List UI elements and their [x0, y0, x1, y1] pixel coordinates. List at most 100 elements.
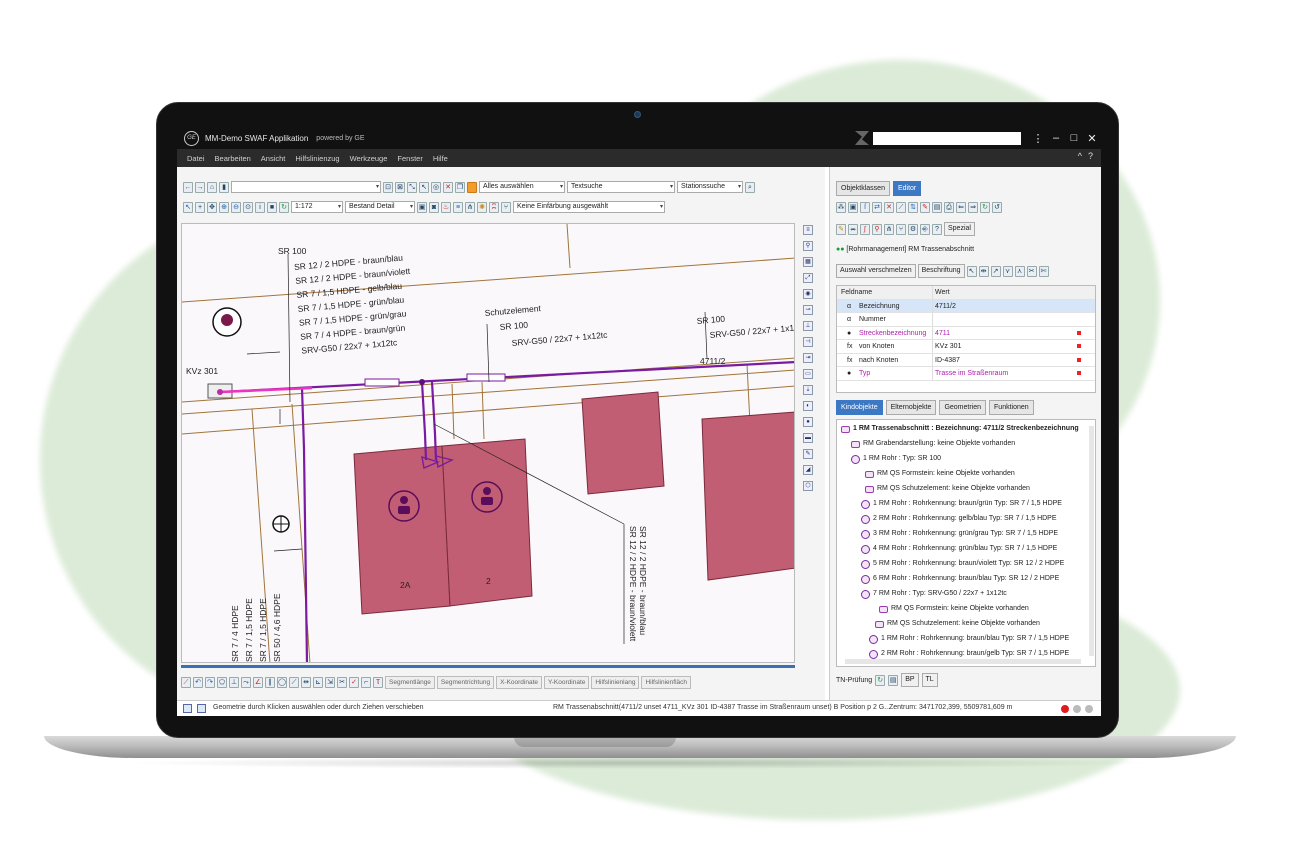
path-tool-icon[interactable]: ⥈	[848, 223, 858, 235]
layer-tool-icon[interactable]: ▤	[932, 202, 942, 213]
bp-button[interactable]: BP	[901, 673, 919, 687]
menu-datei[interactable]: Datei	[187, 154, 205, 163]
scissors-icon[interactable]: ✂	[1026, 265, 1037, 277]
polygon-icon[interactable]: ⬠	[217, 676, 227, 688]
map-tool-icon[interactable]: ▦	[803, 257, 813, 267]
segment-direction-field[interactable]: Segmentrichtung	[436, 675, 495, 689]
camera-icon[interactable]: ◙	[429, 201, 439, 213]
target-icon[interactable]: ◎	[431, 181, 441, 193]
zoom-out-icon[interactable]: ⊖	[231, 201, 241, 213]
branch-tool-icon[interactable]: ⋔	[884, 223, 894, 235]
lock-tool-icon[interactable]: ▣	[848, 202, 858, 213]
cut-tool-icon[interactable]: ✄	[1038, 265, 1049, 277]
tree-item[interactable]: 2 RM Rohr : Rohrkennung: gelb/blau Typ: …	[861, 514, 1057, 524]
offset-icon[interactable]: ⇲	[325, 676, 335, 688]
diagonal-tool-icon[interactable]: ↗	[990, 265, 1001, 277]
node-tool-icon[interactable]: ⁂	[836, 202, 846, 213]
tree-item[interactable]: RM Grabendarstellung: keine Objekte vorh…	[851, 439, 1015, 449]
layers-icon[interactable]: ≡	[453, 201, 463, 213]
map-tool-icon[interactable]: ✎	[803, 449, 813, 459]
move-tool-icon[interactable]: ⇹	[978, 265, 989, 277]
tl-button[interactable]: TL	[921, 673, 938, 687]
crosshair-icon[interactable]: +	[195, 201, 205, 213]
draw-line-icon[interactable]: ⟋	[181, 676, 191, 688]
nav-forward-icon[interactable]: ⇒	[968, 202, 978, 213]
network-icon[interactable]: ⋔	[465, 201, 475, 213]
x-coordinate-field[interactable]: X-Koordinate	[496, 675, 543, 689]
merge-selection-button[interactable]: Auswahl verschmelzen	[836, 264, 916, 278]
pointer-icon[interactable]: ↖	[183, 201, 193, 213]
tree-item[interactable]: RM QS Formstein: keine Objekte vorhanden	[865, 469, 1015, 479]
undo-icon[interactable]: ↶	[193, 676, 203, 688]
detail-dropdown[interactable]: Bestand Detail ▾	[345, 201, 415, 213]
trim-icon[interactable]: ✂	[337, 676, 347, 688]
redo-icon[interactable]: ↷	[205, 676, 215, 688]
map-scrollbar[interactable]	[181, 665, 795, 668]
tree-item[interactable]: 6 RM Rohr : Rohrkennung: braun/blau Typ:…	[861, 574, 1059, 584]
tab-objektklassen[interactable]: Objektklassen	[836, 181, 890, 196]
tree-item[interactable]: 2 RM Rohr : Rohrkennung: braun/gelb Typ:…	[869, 649, 1069, 659]
fork-tool-icon[interactable]: ⑂	[896, 223, 906, 235]
labeling-button[interactable]: Beschriftung	[917, 264, 965, 278]
lock-icon[interactable]: ▣	[417, 201, 427, 213]
curve-tool-icon[interactable]: ∫	[860, 223, 870, 235]
diagonal-icon[interactable]: ⟋	[289, 676, 299, 688]
map-tool-icon[interactable]: ▭	[803, 369, 813, 379]
grid-row[interactable]: ● Typ Trasse im Straßenraum	[837, 367, 1095, 381]
arrow-tool-icon[interactable]: ↖	[966, 265, 977, 277]
bookmark-icon[interactable]: ▮	[219, 181, 229, 193]
pen-tool-icon[interactable]: ✎	[836, 223, 846, 235]
gear-icon[interactable]: ⚙	[908, 223, 918, 235]
more-button[interactable]: ⋮	[1029, 132, 1047, 145]
merge-tool-icon[interactable]: ⇅	[908, 202, 918, 213]
tab-funktionen[interactable]: Funktionen	[989, 400, 1034, 415]
search-icon[interactable]: ⌕	[745, 181, 755, 193]
helpline-length-field[interactable]: Hilfslinienlang	[591, 675, 640, 689]
split-tool-icon[interactable]: ⟋	[896, 202, 906, 213]
map-tool-icon[interactable]: ⇣	[803, 385, 813, 395]
delete-tool-icon[interactable]: ✕	[884, 202, 894, 213]
home-icon[interactable]: ⌂	[207, 181, 217, 193]
relink-tool-icon[interactable]: ⇄	[872, 202, 882, 213]
global-search-input[interactable]	[873, 131, 1021, 145]
extend-icon[interactable]: ⤳	[241, 676, 251, 688]
circle-icon[interactable]: ◯	[277, 676, 287, 688]
menu-bearbeiten[interactable]: Bearbeiten	[215, 154, 251, 163]
tree-item[interactable]: 4 RM Rohr : Rohrkennung: grün/blau Typ: …	[861, 544, 1057, 554]
route-icon[interactable]: ʭ	[489, 201, 499, 213]
map-canvas[interactable]: SR 100 SR 12 / 2 HDPE - braun/blau SR 12…	[181, 223, 795, 663]
tree-item[interactable]: RM QS Schutzelement: keine Objekte vorha…	[865, 484, 1030, 494]
branch-icon[interactable]: ⑂	[501, 201, 511, 213]
forward-arrow-icon[interactable]: →	[195, 181, 205, 193]
copy-icon[interactable]: ❐	[455, 181, 465, 193]
menu-werkzeuge[interactable]: Werkzeuge	[350, 154, 388, 163]
sun-icon[interactable]: ✺	[477, 201, 487, 213]
helpline-area-field[interactable]: Hilfslinienfläch	[641, 675, 692, 689]
tree-item[interactable]: 1 RM Rohr : Rohrkennung: braun/grün Typ:…	[861, 499, 1062, 509]
map-tool-icon[interactable]: ⊥	[803, 321, 813, 331]
tab-kindobjekte[interactable]: Kindobjekte	[836, 400, 883, 415]
refresh-tool-icon[interactable]: ↻	[980, 202, 990, 213]
menu-fenster[interactable]: Fenster	[397, 154, 422, 163]
map-tool-icon[interactable]: ⬡	[803, 481, 813, 491]
spezial-dropdown[interactable]: Spezial	[944, 222, 975, 236]
tree-item[interactable]: RM QS Formstein: keine Objekte vorhanden	[879, 604, 1029, 614]
tree-scrollbar[interactable]	[1089, 426, 1094, 656]
tn-refresh-icon[interactable]: ↻	[875, 674, 886, 686]
corner-icon[interactable]: ⌐	[361, 676, 371, 688]
grid-row[interactable]: α Nummer	[837, 313, 1095, 327]
map-tool-icon[interactable]: ◉	[803, 289, 813, 299]
edit-tool-icon[interactable]: ✎	[920, 202, 930, 213]
grid-row[interactable]: fx nach Knoten ID-4387	[837, 353, 1095, 367]
map-tool-icon[interactable]: ▬	[803, 433, 813, 443]
snap-icon[interactable]: ⊥	[229, 676, 239, 688]
map-tool-icon[interactable]: ⊸	[803, 305, 813, 315]
minimize-button[interactable]: –	[1047, 132, 1065, 144]
tab-elternobjekte[interactable]: Elternobjekte	[885, 400, 937, 415]
grid-row[interactable]: ● Streckenbezeichnung 4711	[837, 326, 1095, 340]
tree-item[interactable]: 5 RM Rohr : Rohrkennung: braun/violett T…	[861, 559, 1064, 569]
tree-item[interactable]: 1 RM Rohr : Typ: SR 100	[851, 454, 941, 464]
pan-icon[interactable]: ✥	[207, 201, 217, 213]
map-tool-icon[interactable]: ⤢	[803, 273, 813, 283]
grid-row[interactable]: α Bezeichnung 4711/2	[837, 299, 1095, 313]
